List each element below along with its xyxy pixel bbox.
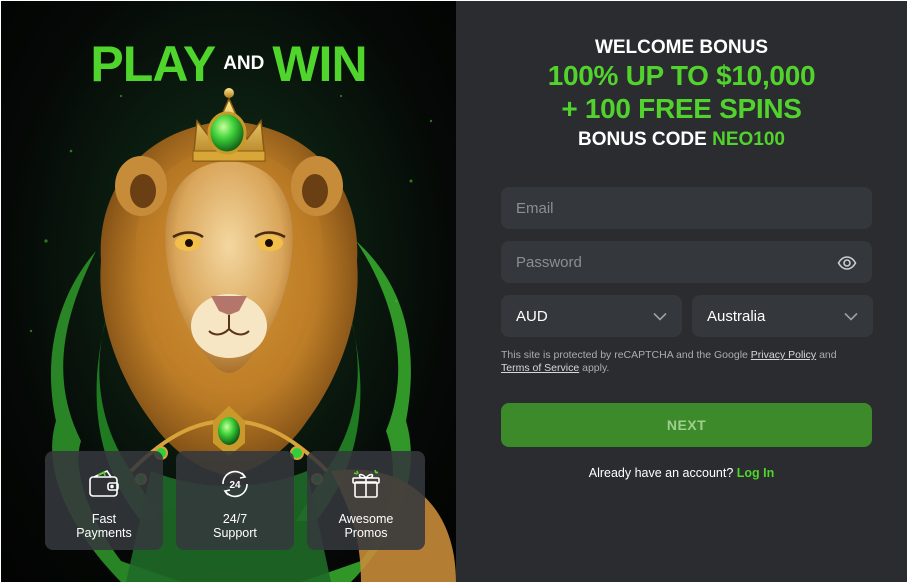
chevron-down-icon [844,312,858,321]
recaptcha-notice: This site is protected by reCAPTCHA and … [501,349,872,375]
bonus-offer-line1: 100% UP TO $10,000 [547,60,816,91]
privacy-policy-link[interactable]: Privacy Policy [751,349,816,361]
headline-play: PLAY [90,36,216,92]
feature-label: Awesome Promos [339,512,394,540]
feature-label: Fast Payments [76,512,132,540]
legal-and: and [819,349,837,361]
currency-value: AUD [516,307,548,325]
account-prompt-text: Already have an account? [588,466,734,480]
feature-label-line2: Payments [76,526,132,540]
password-input[interactable] [501,241,872,283]
terms-of-service-link[interactable]: Terms of Service [501,362,579,374]
welcome-bonus-block: WELCOME BONUS 100% UP TO $10,000 + 100 F… [456,37,907,153]
feature-support: 24 24/7 Support [176,451,294,550]
feature-label-line2: Support [213,526,257,540]
login-link[interactable]: Log In [737,466,775,480]
legal-suffix: apply. [582,362,610,374]
bonus-code-label: BONUS CODE [578,129,707,150]
bonus-code-value: NEO100 [712,129,785,150]
feature-label-line1: 24/7 [222,512,248,526]
feature-label-line2: Promos [344,526,388,540]
feature-fast-payments: Fast Payments [45,451,163,550]
feature-label-line1: Fast [91,512,117,526]
welcome-bonus-title: WELCOME BONUS [594,37,769,58]
promo-panel: PLAY AND WIN Fast Payments 24 24/7 Suppo… [1,1,456,582]
feature-label: 24/7 Support [213,512,257,540]
chevron-down-icon [653,312,667,321]
svg-text:24: 24 [229,480,241,491]
bonus-code-line: BONUS CODE NEO100 [456,127,907,153]
gift-icon [352,469,380,498]
signup-form-panel: WELCOME BONUS 100% UP TO $10,000 + 100 F… [456,1,907,582]
email-input[interactable] [501,187,872,229]
headline-and: AND [223,53,265,74]
eye-icon[interactable] [837,253,857,273]
bonus-offer-line2: + 100 FREE SPINS [561,93,802,124]
country-value: Australia [707,307,766,325]
login-prompt: Already have an account? Log In [456,466,907,480]
currency-select[interactable]: AUD [501,295,682,337]
country-select[interactable]: Australia [692,295,873,337]
play-and-win-headline: PLAY AND WIN [1,37,456,91]
headline-win: WIN [272,36,367,92]
wallet-icon [89,469,119,497]
24-7-support-icon: 24 [222,470,248,498]
next-button[interactable]: NEXT [501,403,872,447]
feature-label-line1: Awesome [338,512,394,526]
feature-promos: Awesome Promos [307,451,425,550]
legal-prefix: This site is protected by reCAPTCHA and … [501,349,748,361]
signup-modal: PLAY AND WIN Fast Payments 24 24/7 Suppo… [1,1,907,582]
